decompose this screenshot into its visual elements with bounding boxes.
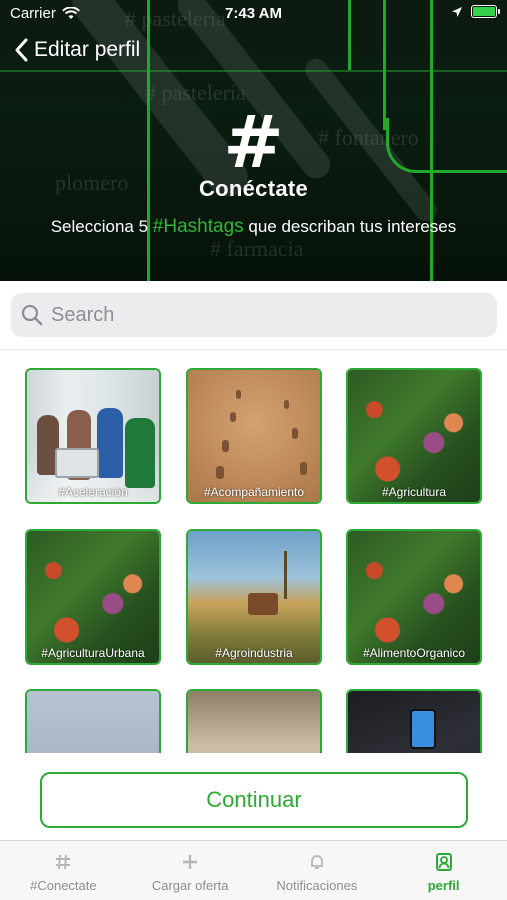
hero-header: # pastelería # pastelería # fontanero pl… <box>0 0 507 281</box>
tab-bar: #Conectate Cargar oferta Notificaciones … <box>0 840 507 900</box>
tile-image <box>27 370 159 502</box>
search-area <box>0 281 507 350</box>
hashtag-tile[interactable]: #Agroindustria <box>186 529 322 665</box>
plus-icon <box>179 851 201 873</box>
tab-label: Notificaciones <box>276 878 358 893</box>
status-right <box>451 5 500 18</box>
tile-label: #Aceleración <box>58 485 128 499</box>
hashtag-tile[interactable] <box>346 689 482 753</box>
status-time: 7:43 AM <box>225 5 282 22</box>
tile-image <box>348 531 480 663</box>
continue-button[interactable]: Continuar <box>40 772 468 828</box>
tile-image <box>27 691 159 753</box>
status-bar: Carrier 7:43 AM <box>0 0 507 28</box>
brand-name: Conéctate <box>198 176 309 201</box>
profile-icon <box>433 851 455 873</box>
instructions-post: que describan tus intereses <box>243 217 457 236</box>
hashtag-tile[interactable]: #AlimentoOrganico <box>346 529 482 665</box>
hashtag-logo-icon: # <box>223 100 284 184</box>
hashtag-tile[interactable] <box>186 689 322 753</box>
tile-image <box>188 531 320 663</box>
tile-label: #AgriculturaUrbana <box>41 646 145 660</box>
tab-conectate[interactable]: #Conectate <box>0 841 127 900</box>
tab-perfil[interactable]: perfil <box>380 841 507 900</box>
back-label: Editar perfil <box>34 38 141 61</box>
hashtag-tile[interactable]: #Acompañamiento <box>186 368 322 504</box>
search-bar[interactable] <box>11 293 497 337</box>
tab-label: Cargar oferta <box>151 878 229 893</box>
battery-icon <box>471 5 500 18</box>
tile-image <box>348 370 480 502</box>
tile-image <box>188 691 320 753</box>
chevron-left-icon <box>15 38 28 62</box>
decor-word: # farmacia <box>210 236 304 261</box>
tile-label: #AlimentoOrganico <box>362 646 466 660</box>
tab-cargar-oferta[interactable]: Cargar oferta <box>127 841 254 900</box>
hashtag-tile[interactable] <box>25 689 161 753</box>
instructions-highlight: #Hashtags <box>152 216 244 237</box>
instructions-text: Selecciona 5 #Hashtags que describan tus… <box>0 216 507 238</box>
tab-notificaciones[interactable]: Notificaciones <box>254 841 381 900</box>
decor-line <box>0 70 507 72</box>
tab-label: #Conectate <box>30 878 97 893</box>
tile-label: #Agroindustria <box>215 646 293 660</box>
tile-label: #Acompañamiento <box>203 485 305 499</box>
tile-image <box>27 531 159 663</box>
location-arrow-icon <box>452 6 462 17</box>
hashtag-tile[interactable]: #Aceleración <box>25 368 161 504</box>
tile-image <box>188 370 320 502</box>
continue-area: Continuar <box>0 753 507 840</box>
instructions-pre: Selecciona 5 <box>50 217 153 236</box>
search-icon <box>21 304 43 326</box>
hashtag-icon <box>52 851 74 873</box>
tab-label: perfil <box>427 878 460 893</box>
hashtag-grid: #Aceleración #Acompañamiento #Agricultur… <box>25 368 483 753</box>
bell-icon <box>306 851 328 873</box>
tile-image <box>348 691 480 753</box>
tile-label: #Agricultura <box>381 485 447 499</box>
brand: # Conéctate <box>0 100 507 202</box>
hashtag-tile[interactable]: #AgriculturaUrbana <box>25 529 161 665</box>
hashtag-tile[interactable]: #Agricultura <box>346 368 482 504</box>
search-input[interactable] <box>51 303 471 327</box>
back-button[interactable]: Editar perfil <box>14 38 140 62</box>
